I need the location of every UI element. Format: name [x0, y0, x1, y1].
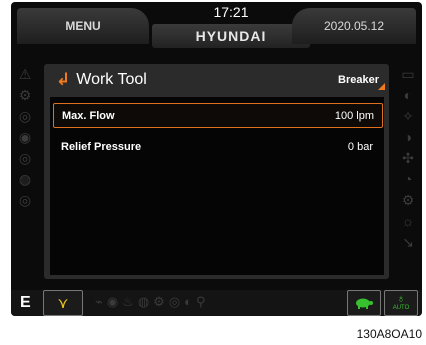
- right-indicator-column: ▭ ◐ ✧ ◑ ✣ ◔ ⚙ ☼ ↘: [396, 64, 420, 253]
- monitor-screen: MENU 17:21 ▁▃▅ HYUNDAI 2020.05.12 ⚠ ⚙ ◎ …: [11, 2, 422, 316]
- lamp-icon: ✧: [402, 108, 414, 124]
- date-display: 2020.05.12: [292, 8, 416, 44]
- setting-label: Max. Flow: [62, 110, 115, 122]
- turtle-icon[interactable]: [347, 290, 381, 316]
- coolant-icon: ◉: [18, 129, 32, 145]
- figure-caption: 130A8OA10: [356, 327, 422, 341]
- warning-icon: ⚠: [18, 66, 32, 82]
- setting-value: 100 lpm: [334, 110, 374, 122]
- battery-icon: ◍: [18, 171, 32, 187]
- inactive-indicators: ⌁◉♨◍⚙◎◐⚲: [95, 294, 210, 309]
- return-arrow-icon[interactable]: ↲: [56, 70, 70, 90]
- filter-icon: ◎: [18, 150, 32, 166]
- status-header: 17:21 ▁▃▅ HYUNDAI: [146, 2, 317, 52]
- page-title: ↲ Work Tool: [56, 70, 147, 90]
- auto-idle-button[interactable]: ♁ AUTO: [384, 290, 418, 316]
- page-title-text: Work Tool: [76, 71, 147, 88]
- brand-label: HYUNDAI: [152, 24, 310, 48]
- turtle-shape: [356, 298, 373, 309]
- travel-icon: ⚙: [401, 192, 415, 208]
- clock: 17:21: [213, 4, 249, 20]
- panel-icon: ▭: [401, 66, 415, 82]
- auto-label: AUTO: [392, 305, 410, 311]
- bottom-bar: E ⋎ ⌁◉♨◍⚙◎◐⚲ ♁ AUTO: [11, 290, 422, 316]
- setting-value: 0 bar: [347, 141, 373, 153]
- engine-icon: ⚙: [18, 87, 32, 103]
- auto-idle-icon: ♁: [396, 293, 406, 305]
- menu-label: MENU: [65, 19, 101, 33]
- power-mode-indicator: E: [20, 294, 31, 311]
- settings-list: Max. Flow 100 lpm Relief Pressure 0 bar: [50, 97, 384, 275]
- fan-icon: ✣: [402, 150, 414, 166]
- setting-label: Relief Pressure: [61, 141, 142, 153]
- tool-mode-selector[interactable]: Breaker: [338, 74, 385, 90]
- left-indicator-column: ⚠ ⚙ ◎ ◉ ◎ ◍ ◎: [13, 64, 37, 211]
- camera-icon: ◐: [403, 87, 413, 103]
- tool-mode-label: Breaker: [338, 74, 379, 86]
- dropdown-corner-icon: [378, 83, 385, 90]
- boom-icon: ↘: [402, 234, 414, 250]
- gauge-icon: ◑: [403, 129, 413, 145]
- work-tool-panel: ↲ Work Tool Breaker Max. Flow 100 lpm Re…: [44, 64, 389, 279]
- list-item[interactable]: Relief Pressure 0 bar: [53, 135, 381, 158]
- list-item[interactable]: Max. Flow 100 lpm: [53, 103, 383, 128]
- wiper-icon: ◔: [403, 171, 413, 187]
- work-tool-icon[interactable]: ⋎: [43, 290, 83, 316]
- work-light-icon: ☼: [401, 213, 415, 229]
- date-label: 2020.05.12: [323, 19, 385, 33]
- oil-icon: ◎: [18, 108, 32, 124]
- menu-button[interactable]: MENU: [17, 8, 149, 44]
- preheat-icon: ◎: [18, 192, 32, 208]
